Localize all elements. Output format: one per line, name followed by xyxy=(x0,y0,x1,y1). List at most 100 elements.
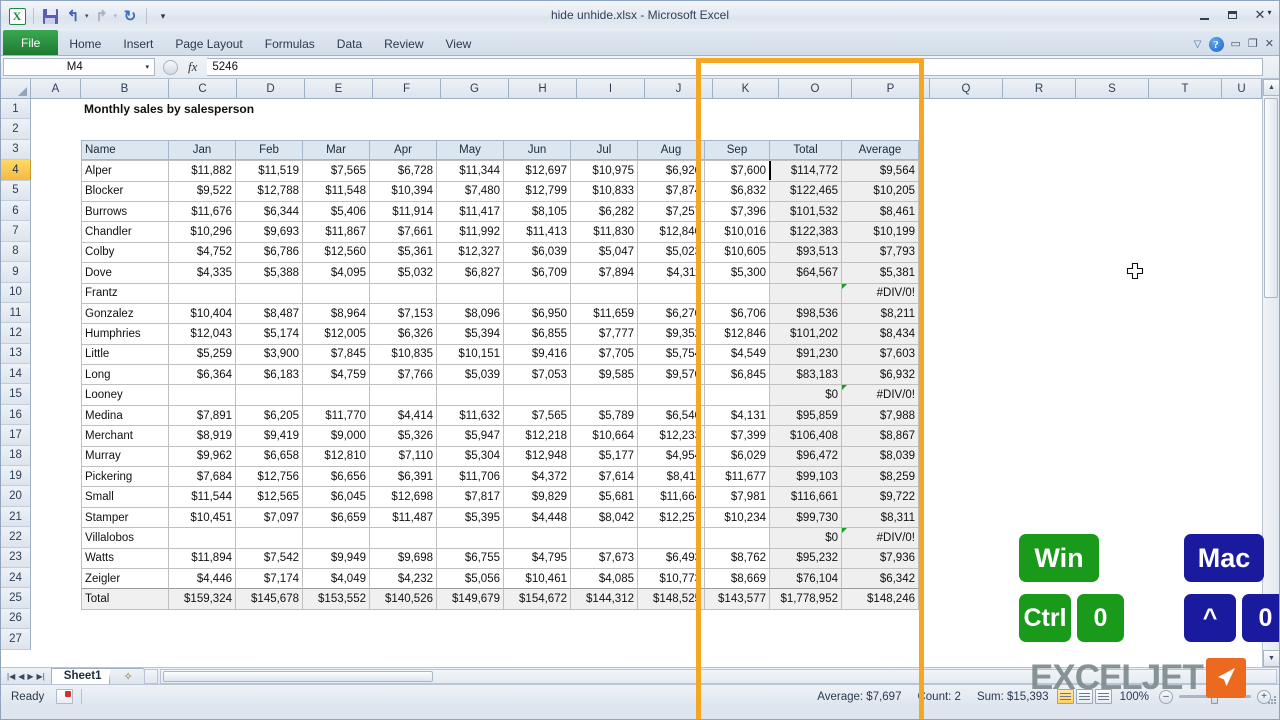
table-cell[interactable] xyxy=(637,527,705,549)
table-cell[interactable]: #DIV/0! xyxy=(841,282,919,304)
table-cell[interactable]: $6,493 xyxy=(637,547,705,569)
scroll-up-button[interactable]: ▲ xyxy=(1263,79,1279,96)
table-cell[interactable]: $12,327 xyxy=(436,241,504,264)
table-row[interactable]: Humphries $12,043 $5,174 $12,005 $6,326 $5,39… xyxy=(31,323,1279,345)
table-cell[interactable] xyxy=(168,527,236,549)
table-cell[interactable]: $6,827 xyxy=(436,262,504,284)
table-cell[interactable]: $12,756 xyxy=(235,466,303,488)
row-header-17[interactable]: 17 xyxy=(1,425,31,446)
table-cell[interactable]: $4,549 xyxy=(704,343,770,366)
empty-cell[interactable] xyxy=(1064,466,1137,486)
table-cell[interactable]: $4,085 xyxy=(570,567,638,590)
table-row[interactable]: Chandler $10,296 $9,693 $11,867 $7,661 $11,99… xyxy=(31,221,1279,243)
page-title[interactable]: Monthly sales by salesperson xyxy=(81,99,481,119)
empty-cell[interactable] xyxy=(1137,364,1210,384)
empty-cell[interactable] xyxy=(991,507,1064,527)
vertical-scroll-thumb[interactable] xyxy=(1264,98,1278,298)
empty-cell[interactable] xyxy=(991,446,1064,466)
column-header-s[interactable]: S xyxy=(1076,79,1149,98)
expand-formula-bar-icon[interactable]: ▾ xyxy=(1263,4,1276,21)
column-header-q[interactable]: Q xyxy=(930,79,1003,98)
empty-cell[interactable] xyxy=(305,119,373,139)
column-header-f[interactable]: F xyxy=(373,79,441,98)
table-cell[interactable]: $6,728 xyxy=(369,160,437,182)
table-cell[interactable]: Long xyxy=(81,364,169,386)
row-header-5[interactable]: 5 xyxy=(1,180,31,201)
empty-cell[interactable] xyxy=(169,119,237,139)
table-cell[interactable]: $6,855 xyxy=(503,323,571,345)
empty-cell[interactable] xyxy=(918,425,991,445)
table-cell[interactable]: $11,659 xyxy=(570,302,638,325)
table-row[interactable]: Blocker $9,522 $12,788 $11,548 $10,394 $7,480… xyxy=(31,180,1279,202)
table-cell[interactable] xyxy=(235,282,303,304)
column-header-k[interactable]: K xyxy=(713,79,779,98)
empty-cell[interactable] xyxy=(918,303,991,323)
empty-cell[interactable] xyxy=(991,262,1064,282)
row-header-9[interactable]: 9 xyxy=(1,262,31,283)
table-cell[interactable]: $4,372 xyxy=(503,466,571,488)
table-cell[interactable]: $9,352 xyxy=(637,323,705,345)
table-cell[interactable] xyxy=(369,282,437,304)
table-header-cell[interactable]: Total xyxy=(769,139,842,161)
table-cell[interactable]: $5,032 xyxy=(369,262,437,284)
table-row[interactable]: Little $5,259 $3,900 $7,845 $10,835 $10,151 $9… xyxy=(31,343,1279,366)
table-cell[interactable]: $3,900 xyxy=(235,343,303,366)
row-header-16[interactable]: 16 xyxy=(1,404,31,426)
empty-cell[interactable] xyxy=(918,323,991,343)
table-cell[interactable]: $4,414 xyxy=(369,404,437,427)
table-cell[interactable]: $8,919 xyxy=(168,425,236,447)
table-cell[interactable]: Total xyxy=(81,588,169,610)
table-cell[interactable]: $6,920 xyxy=(637,160,705,182)
table-cell[interactable]: $148,246 xyxy=(841,588,919,610)
table-row[interactable]: Monthly sales by salesperson xyxy=(31,99,1279,119)
table-cell[interactable]: Alper xyxy=(81,160,169,182)
table-cell[interactable]: $7,153 xyxy=(369,302,437,325)
table-cell[interactable]: $9,564 xyxy=(841,160,919,182)
table-cell[interactable]: $7,817 xyxy=(436,486,504,508)
row-header-24[interactable]: 24 xyxy=(1,567,31,589)
table-cell[interactable]: $10,234 xyxy=(704,506,770,529)
insert-function-button[interactable] xyxy=(163,59,178,75)
table-row[interactable]: Frantz #DIV/0! xyxy=(31,282,1279,304)
first-sheet-button[interactable]: |◀ xyxy=(7,672,15,681)
empty-cell[interactable] xyxy=(991,344,1064,364)
empty-cell[interactable] xyxy=(1003,119,1076,139)
table-cell[interactable]: $6,656 xyxy=(302,466,370,488)
table-cell[interactable]: $95,859 xyxy=(769,404,842,427)
table-cell[interactable]: $11,706 xyxy=(436,466,504,488)
row-header-11[interactable]: 11 xyxy=(1,302,31,324)
table-cell[interactable]: $7,614 xyxy=(570,466,638,488)
table-cell[interactable]: $5,754 xyxy=(637,343,705,366)
table-cell[interactable]: $9,570 xyxy=(637,364,705,386)
table-cell[interactable]: $8,042 xyxy=(570,506,638,529)
table-cell[interactable]: $6,391 xyxy=(369,466,437,488)
table-cell[interactable] xyxy=(235,384,303,406)
table-cell[interactable]: $6,832 xyxy=(704,180,770,202)
table-row[interactable]: Name Jan Feb Mar Apr May Jun Jul Aug Sep Total Aver… xyxy=(31,139,1279,161)
table-cell[interactable]: $12,799 xyxy=(503,180,571,202)
tab-data[interactable]: Data xyxy=(326,32,373,55)
empty-cell[interactable] xyxy=(852,609,930,629)
table-header-cell[interactable]: Jan xyxy=(168,139,236,161)
table-cell[interactable]: $11,882 xyxy=(168,160,236,182)
table-cell[interactable]: $7,603 xyxy=(841,343,919,366)
table-cell[interactable]: $7,097 xyxy=(235,506,303,529)
empty-cell[interactable] xyxy=(1210,140,1250,160)
table-cell[interactable]: $12,233 xyxy=(637,425,705,447)
column-header-g[interactable]: G xyxy=(441,79,509,98)
table-cell[interactable]: $7,399 xyxy=(704,425,770,447)
table-cell[interactable]: $11,548 xyxy=(302,180,370,202)
table-cell[interactable]: $64,567 xyxy=(769,262,842,284)
empty-cell[interactable] xyxy=(441,609,509,629)
table-cell[interactable]: $7,988 xyxy=(841,404,919,427)
table-cell[interactable]: $5,681 xyxy=(570,486,638,508)
empty-cell[interactable] xyxy=(1137,201,1210,221)
row-header-3[interactable]: 3 xyxy=(1,139,31,161)
empty-cell[interactable] xyxy=(1210,283,1250,303)
table-cell[interactable]: $12,005 xyxy=(302,323,370,345)
table-cell[interactable]: $8,487 xyxy=(235,302,303,325)
table-cell[interactable] xyxy=(769,282,842,304)
table-cell[interactable]: $6,755 xyxy=(436,547,504,569)
row-header-14[interactable]: 14 xyxy=(1,364,31,385)
empty-cell[interactable] xyxy=(305,609,373,629)
